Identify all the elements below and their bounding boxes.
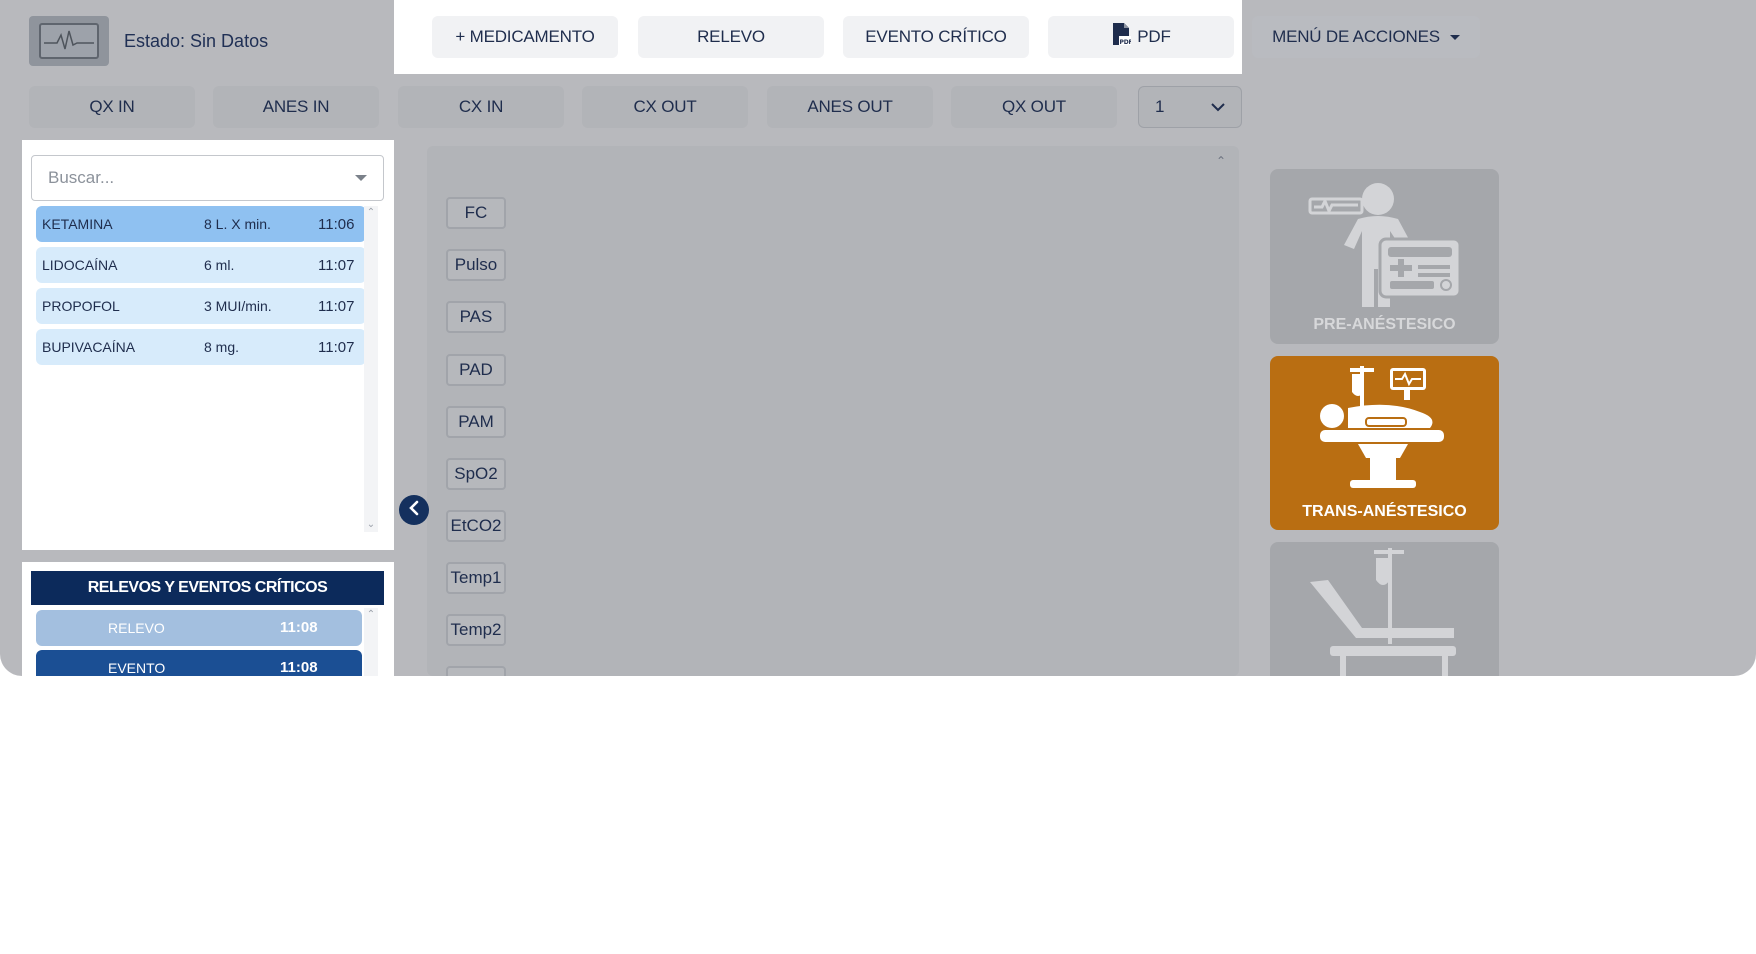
- vitals-chart-area: [427, 146, 1239, 676]
- phase-card-trans[interactable]: TRANS-ANÉSTESICO: [1270, 356, 1499, 530]
- actions-menu-label: MENÚ DE ACCIONES: [1272, 27, 1440, 46]
- event-time: 11:08: [280, 619, 318, 636]
- event-label: EVENTO: [108, 660, 166, 676]
- phase-card-pre[interactable]: PRE-ANÉSTESICO: [1270, 169, 1499, 344]
- status-area: Estado: Sin Datos: [29, 16, 268, 66]
- medication-time: 11:07: [318, 338, 355, 356]
- pdf-button-label: PDF: [1137, 27, 1171, 46]
- medication-dose: 3 MUI/min.: [204, 298, 272, 314]
- param-etco2-button[interactable]: EtCO2: [446, 510, 506, 542]
- scroll-down-icon[interactable]: ⌄: [366, 520, 376, 530]
- event-time: 11:08: [280, 659, 318, 676]
- caret-down-icon: [1449, 34, 1460, 40]
- collapse-panel-button[interactable]: [399, 495, 429, 525]
- app-window: Estado: Sin Datos + MEDICAMENTO RELEVO E…: [0, 0, 1756, 676]
- medication-name: PROPOFOL: [42, 298, 120, 314]
- medication-dose: 8 L. X min.: [204, 216, 271, 232]
- param-pad-button[interactable]: PAD: [446, 354, 506, 386]
- events-panel: RELEVOS Y EVENTOS CRÍTICOS RELEVO 11:08 …: [22, 562, 394, 676]
- param-next-button[interactable]: [446, 666, 506, 676]
- param-temp2-button[interactable]: Temp2: [446, 614, 506, 646]
- medication-time: 11:06: [318, 215, 355, 233]
- search-input[interactable]: Buscar...: [31, 155, 384, 201]
- medication-name: KETAMINA: [42, 216, 113, 232]
- qx-out-button[interactable]: QX OUT: [951, 86, 1117, 128]
- events-scrollbar[interactable]: ⌃: [364, 608, 378, 676]
- anes-in-button[interactable]: ANES IN: [213, 86, 379, 128]
- pdf-file-icon: PDF: [1111, 22, 1133, 52]
- chevron-down-icon: [1211, 97, 1225, 117]
- param-pas-button[interactable]: PAS: [446, 301, 506, 333]
- relief-button[interactable]: RELEVO: [638, 16, 824, 58]
- medication-time: 11:07: [318, 297, 355, 315]
- qx-in-button[interactable]: QX IN: [29, 86, 195, 128]
- events-title: RELEVOS Y EVENTOS CRÍTICOS: [31, 571, 384, 605]
- pdf-button[interactable]: PDF PDF: [1048, 16, 1234, 58]
- search-placeholder: Buscar...: [48, 168, 115, 187]
- medication-row[interactable]: KETAMINA 8 L. X min. 11:06: [36, 206, 366, 242]
- cx-out-button[interactable]: CX OUT: [582, 86, 748, 128]
- cx-in-button[interactable]: CX IN: [398, 86, 564, 128]
- critical-event-button[interactable]: EVENTO CRÍTICO: [843, 16, 1029, 58]
- page-select-value: 1: [1155, 97, 1165, 116]
- medication-panel: Buscar... KETAMINA 8 L. X min. 11:06 LID…: [22, 140, 394, 550]
- scroll-up-icon[interactable]: ⌃: [1216, 154, 1226, 168]
- page-select[interactable]: 1: [1138, 86, 1242, 128]
- param-spo2-button[interactable]: SpO2: [446, 458, 506, 490]
- medication-row[interactable]: LIDOCAÍNA 6 ml. 11:07: [36, 247, 366, 283]
- param-temp1-button[interactable]: Temp1: [446, 562, 506, 594]
- param-pulso-button[interactable]: Pulso: [446, 249, 506, 281]
- caret-down-icon: [355, 175, 367, 181]
- medication-scrollbar[interactable]: ⌃ ⌄: [364, 206, 378, 532]
- phase-card-post[interactable]: [1270, 542, 1499, 676]
- phase-label: TRANS-ANÉSTESICO: [1302, 503, 1467, 520]
- medication-list: KETAMINA 8 L. X min. 11:06 LIDOCAÍNA 6 m…: [36, 206, 366, 370]
- actions-menu-button[interactable]: MENÚ DE ACCIONES: [1252, 16, 1480, 58]
- medication-time: 11:07: [318, 256, 355, 274]
- medication-row[interactable]: BUPIVACAÍNA 8 mg. 11:07: [36, 329, 366, 365]
- vital-monitor-icon: [29, 16, 109, 66]
- status-label: Estado: Sin Datos: [124, 30, 269, 51]
- param-fc-button[interactable]: FC: [446, 197, 506, 229]
- event-row[interactable]: RELEVO 11:08: [36, 610, 362, 646]
- add-medication-button[interactable]: + MEDICAMENTO: [432, 16, 618, 58]
- medication-name: BUPIVACAÍNA: [42, 339, 136, 355]
- param-pam-button[interactable]: PAM: [446, 406, 506, 438]
- event-row[interactable]: EVENTO 11:08: [36, 650, 362, 676]
- chevron-left-icon: [407, 500, 421, 521]
- medication-name: LIDOCAÍNA: [42, 257, 118, 273]
- medication-row[interactable]: PROPOFOL 3 MUI/min. 11:07: [36, 288, 366, 324]
- medication-dose: 8 mg.: [204, 339, 240, 355]
- svg-text:PDF: PDF: [1120, 39, 1132, 46]
- scroll-up-icon[interactable]: ⌃: [366, 610, 376, 620]
- medication-dose: 6 ml.: [204, 257, 235, 273]
- anes-out-button[interactable]: ANES OUT: [767, 86, 933, 128]
- event-label: RELEVO: [108, 620, 165, 636]
- phase-label: PRE-ANÉSTESICO: [1313, 316, 1456, 333]
- scroll-up-icon[interactable]: ⌃: [366, 208, 376, 218]
